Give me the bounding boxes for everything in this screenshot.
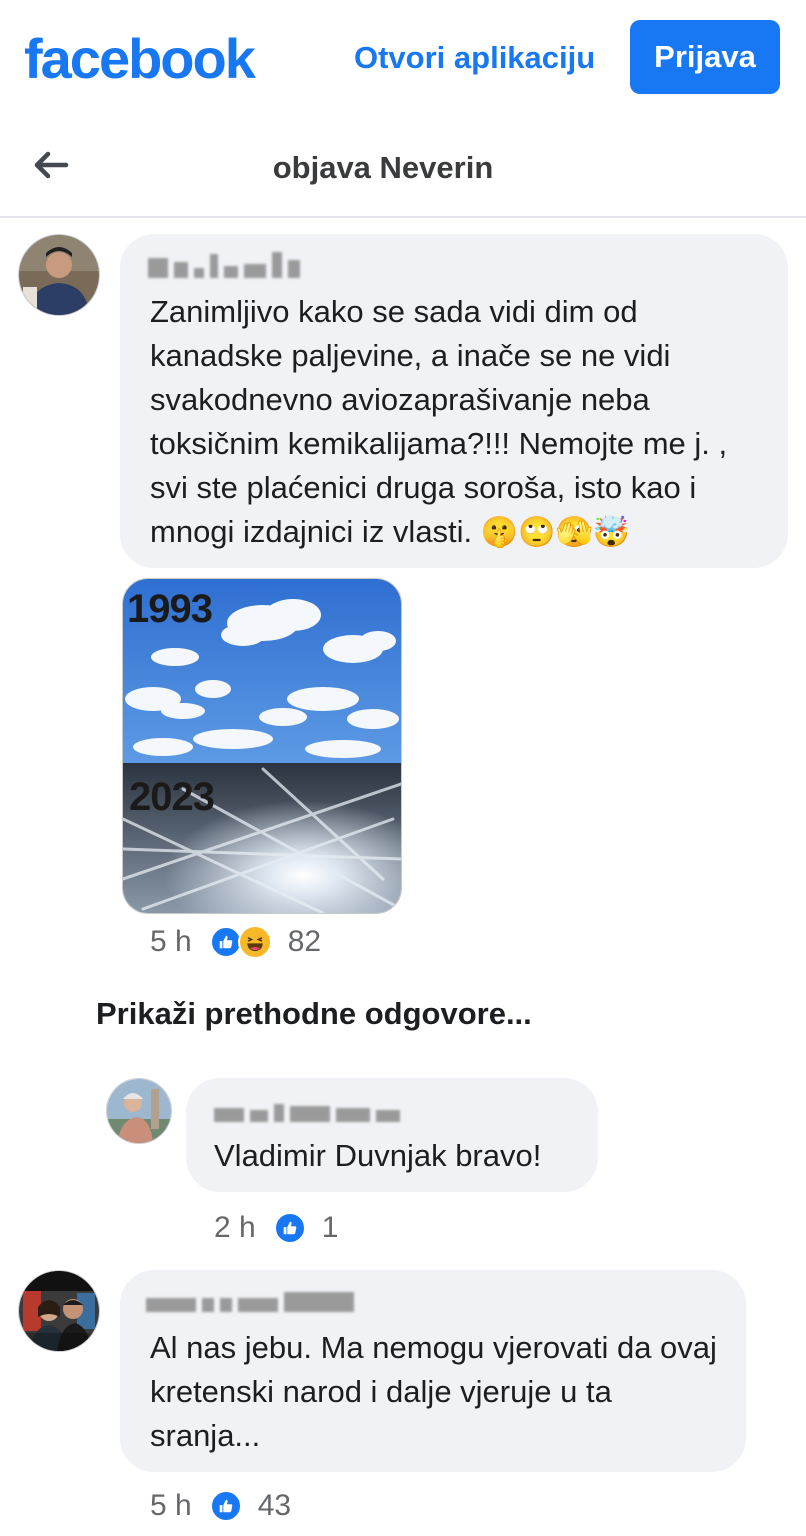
like-icon[interactable]: [209, 926, 242, 958]
reaction-count[interactable]: 82: [288, 925, 321, 959]
reaction-count[interactable]: 1: [322, 1211, 339, 1245]
comment-time[interactable]: 5 h: [150, 925, 192, 959]
author-name-blurred[interactable]: [148, 248, 300, 278]
like-icon[interactable]: [209, 1490, 242, 1522]
avatar[interactable]: [18, 1270, 100, 1352]
image-label-top: 1993: [127, 587, 213, 631]
like-icon[interactable]: [273, 1212, 306, 1244]
comment-meta: 5 h 43: [150, 1486, 291, 1526]
author-name-blurred[interactable]: [214, 1092, 400, 1122]
comment-image[interactable]: 1993 2023: [122, 578, 402, 914]
comment-bubble: Zanimljivo kako se sada vidi dim od kana…: [120, 234, 788, 568]
reply-bubble: Vladimir Duvnjak bravo!: [186, 1078, 598, 1192]
show-previous-replies-link[interactable]: Prikaži prethodne odgovore...: [96, 996, 532, 1032]
comment-emojis: 🤫🙄🫣🤯: [480, 515, 631, 550]
avatar[interactable]: [18, 234, 100, 316]
login-button[interactable]: Prijava: [630, 20, 780, 94]
reply-meta: 2 h 1: [214, 1208, 338, 1248]
comment-text: Zanimljivo kako se sada vidi dim od kana…: [150, 294, 728, 549]
comment-meta: 5 h 82: [150, 922, 321, 962]
reply-time[interactable]: 2 h: [214, 1211, 256, 1245]
reaction-count[interactable]: 43: [258, 1489, 291, 1523]
page-title: objava Neverin: [272, 150, 494, 185]
image-label-bottom: 2023: [129, 775, 215, 819]
reply-text: Vladimir Duvnjak bravo!: [214, 1138, 542, 1173]
open-app-link[interactable]: Otvori aplikaciju: [354, 40, 595, 76]
header-divider: [0, 216, 806, 218]
comment-time[interactable]: 5 h: [150, 1489, 192, 1523]
avatar[interactable]: [106, 1078, 172, 1144]
comment-text: Al nas jebu. Ma nemogu vjerovati da ovaj…: [150, 1330, 717, 1453]
author-name-blurred[interactable]: [146, 1282, 354, 1312]
comment-bubble: Al nas jebu. Ma nemogu vjerovati da ovaj…: [120, 1270, 746, 1472]
facebook-logo[interactable]: facebook: [24, 26, 256, 91]
haha-icon[interactable]: [237, 925, 272, 959]
